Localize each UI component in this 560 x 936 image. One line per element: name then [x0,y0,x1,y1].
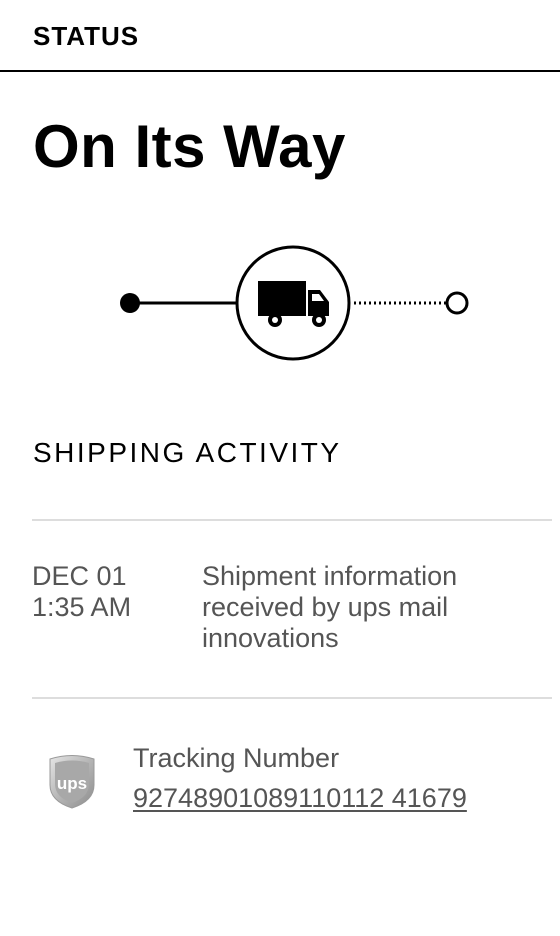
divider [32,697,552,699]
divider [32,519,552,521]
ups-logo-text: ups [57,774,87,793]
tracking-number-link[interactable]: 92748901089110112 41679 [133,782,467,814]
tracking-number-label: Tracking Number [133,743,340,773]
tracking-section: ups Tracking Number 92748901089110112 41… [0,740,560,820]
ups-logo: ups [49,755,95,809]
activity-description: Shipment information received by ups mai… [202,561,458,653]
shipment-progress [120,245,469,361]
header-title: STATUS [33,21,140,51]
activity-datetime: DEC 01 1:35 AM [32,561,192,623]
activity-time: 1:35 AM [32,592,132,622]
truck-icon [235,245,351,361]
progress-end-dot [445,291,469,315]
activity-date: DEC 01 [32,561,127,591]
status-header: STATUS [0,0,560,72]
status-title: On Its Way [33,113,346,180]
shipping-activity-heading: SHIPPING ACTIVITY [33,437,342,468]
